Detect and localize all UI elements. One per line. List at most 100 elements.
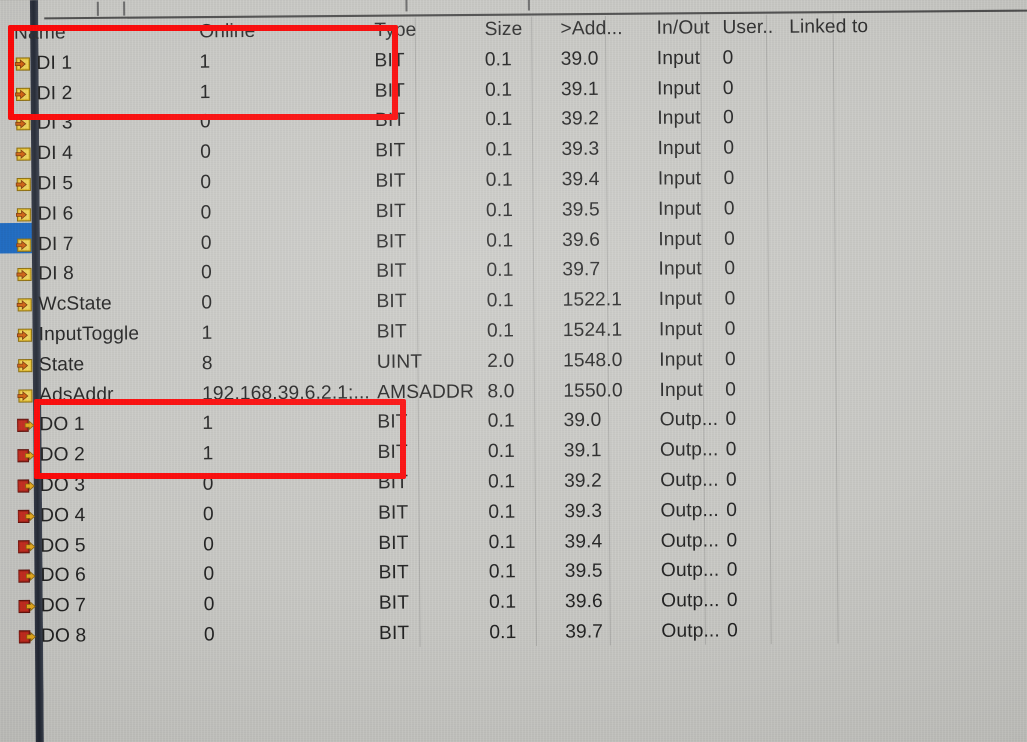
row-inout-cell: Outp... [661,590,720,612]
row-type-cell: BIT [378,562,409,584]
row-inout-cell: Input [657,107,701,130]
row-inout-cell: Input [658,318,703,341]
output-variable-icon [17,449,35,463]
row-user-cell: 0 [726,529,738,551]
row-addr-cell: 39.1 [560,78,599,100]
column-header-inout[interactable]: In/Out [657,13,720,44]
row-linked-cell [790,132,972,133]
row-size-cell: 0.1 [486,259,514,282]
row-name-label: WcState [38,293,112,316]
row-size-cell: 0.1 [488,531,516,553]
annotation-rect-do [34,399,406,479]
input-variable-icon [16,328,33,342]
row-user-cell: 0 [723,137,735,159]
row-addr-cell: 39.0 [563,410,602,432]
column-header-user[interactable]: User... [722,13,775,44]
row-user-cell: 0 [724,288,736,310]
row-user-cell: 0 [723,167,735,190]
row-linked-cell [792,343,974,344]
row-user-cell: 0 [724,348,736,371]
row-addr-cell: 39.2 [563,470,602,492]
column-header-linked[interactable]: Linked to [789,11,971,43]
row-name-label: DI 5 [37,172,74,195]
column-splitter-tick[interactable] [527,0,530,11]
row-inout-cell: Input [659,348,703,371]
row-online-cell: 0 [201,292,213,314]
row-size-cell: 0.1 [486,320,515,342]
row-user-cell: 0 [722,77,734,99]
row-name-label: DO 8 [40,625,87,647]
row-online-cell: 0 [200,202,212,224]
output-variable-icon [18,600,36,614]
row-addr-cell: 1548.0 [563,349,623,372]
row-inout-cell: Input [658,288,703,311]
row-type-cell: BIT [378,532,409,554]
row-type-cell: BIT [377,502,409,524]
column-splitter-tick[interactable] [123,1,126,16]
row-addr-cell: 39.3 [561,138,600,161]
row-inout-cell: Input [657,198,702,220]
column-splitter-tick[interactable] [96,1,99,16]
row-addr-cell: 39.5 [561,198,600,221]
row-inout-cell: Input [658,228,702,250]
input-variable-icon [15,207,32,222]
output-variable-icon [18,630,37,644]
row-user-cell: 0 [725,469,737,491]
row-name-cell: InputToggle [16,319,209,351]
row-linked-cell [793,524,975,525]
row-size-cell: 0.1 [488,471,516,493]
row-name-cell: WcState [16,288,209,320]
output-variable-icon [17,419,35,433]
row-type-cell: BIT [376,290,407,313]
row-inout-cell: Outp... [661,620,720,642]
row-name-cell: DI 8 [16,258,209,290]
row-type-cell: BIT [375,170,406,192]
row-user-cell: 0 [727,620,739,642]
row-size-cell: 0.1 [485,199,514,222]
row-inout-cell: Outp... [659,439,719,462]
row-user-cell: 0 [723,107,734,129]
input-variable-icon [16,238,32,252]
row-addr-cell: 39.7 [562,259,601,281]
row-type-cell: BIT [376,260,407,283]
row-user-cell: 0 [726,589,738,612]
row-online-cell: 0 [203,533,215,556]
input-variable-icon [15,177,31,192]
row-type-cell: BIT [376,321,407,343]
row-addr-cell: 39.2 [561,108,600,131]
row-user-cell: 0 [722,47,734,69]
row-addr-cell: 39.6 [564,590,603,613]
row-inout-cell: Outp... [660,499,719,522]
row-linked-cell [791,313,973,314]
row-addr-cell: 39.1 [563,440,602,462]
row-name-cell: DO 4 [17,500,211,532]
row-linked-cell [793,463,975,464]
row-size-cell: 0.1 [488,501,516,523]
row-user-cell: 0 [723,197,735,220]
row-name-label: DO 5 [40,534,86,557]
row-user-cell: 0 [724,258,736,280]
row-addr-cell: 1550.0 [563,379,623,402]
row-name-cell: DO 7 [18,590,211,622]
row-name-cell: DO 8 [18,620,212,652]
row-inout-cell: Input [657,168,702,190]
row-name-label: InputToggle [38,323,140,346]
row-user-cell: 0 [726,499,738,521]
row-inout-cell: Input [657,137,701,160]
row-addr-cell: 1524.1 [562,319,623,342]
row-addr-cell: 39.3 [564,500,603,523]
column-splitter-tick[interactable] [405,0,408,12]
column-header-size[interactable]: Size [484,14,547,45]
row-size-cell: 0.1 [489,621,517,644]
row-size-cell: 0.1 [486,290,514,312]
row-user-cell: 0 [723,228,735,250]
row-size-cell: 0.1 [484,48,512,71]
row-size-cell: 0.1 [485,169,513,191]
input-variable-icon [17,358,33,373]
input-variable-icon [16,298,32,312]
row-online-cell: 0 [203,594,215,616]
screenshot-stage: Name Online Type Size >Add... In/Out User... Li… [0,0,1027,742]
row-inout-cell: Input [656,47,701,69]
column-header-addr[interactable]: >Add... [560,14,647,45]
input-variable-icon [17,388,33,403]
